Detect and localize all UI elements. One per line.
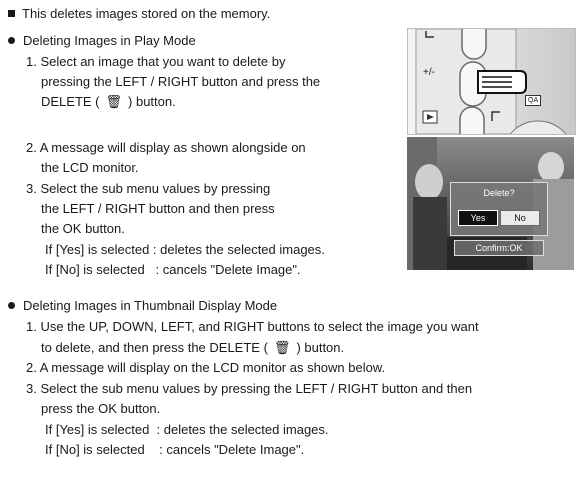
trash-icon: 🗑 <box>105 94 123 109</box>
thumb-yes-note: If [Yes] is selected : deletes the selec… <box>45 422 329 437</box>
bullet-icon <box>8 302 15 309</box>
play-mode-heading: Deleting Images in Play Mode <box>8 31 196 51</box>
qa-label: QA <box>525 95 542 106</box>
lower-button <box>459 106 485 134</box>
confirm-hint: Confirm:OK <box>454 240 544 256</box>
dialog-yes-button[interactable]: Yes <box>458 210 498 226</box>
thumb-step3-line1: 3. Select the sub menu values by pressin… <box>26 381 473 396</box>
play-step1-line3: DELETE ( 🗑 ) button. <box>41 92 176 112</box>
thumb-step1-line2: to delete, and then press the DELETE ( 🗑)… <box>41 338 344 358</box>
dialog-no-button[interactable]: No <box>500 210 540 226</box>
camera-button-illustration: +/- QA <box>407 28 576 135</box>
plus-minus-label: +/- <box>423 67 435 78</box>
hand-pointer-icon <box>477 70 527 94</box>
play-step1-delete-pre: DELETE ( <box>41 94 100 109</box>
play-step3-line3: the OK button. <box>41 221 125 236</box>
dialog-title: Delete? <box>483 188 515 198</box>
thumb-mode-heading: Deleting Images in Thumbnail Display Mod… <box>8 296 277 316</box>
play-step1-delete-post: ) button. <box>128 94 176 109</box>
thumb-no-note: If [No] is selected : cancels "Delete Im… <box>45 442 305 457</box>
thumb-mode-heading-text: Deleting Images in Thumbnail Display Mod… <box>23 298 278 313</box>
thumb-step1-delete-pre: to delete, and then press the DELETE ( <box>41 340 268 355</box>
intro-line: This deletes images stored on the memory… <box>8 4 270 24</box>
play-step1-line2: pressing the LEFT / RIGHT button and pre… <box>41 74 321 89</box>
play-no-note: If [No] is selected : cancels "Delete Im… <box>45 262 301 277</box>
intro-text: This deletes images stored on the memory… <box>22 6 271 21</box>
play-step2-line2: the LCD monitor. <box>41 160 139 175</box>
play-yes-note: If [Yes] is selected : deletes the selec… <box>45 242 325 257</box>
trash-icon: 🗑 <box>273 340 291 355</box>
play-step2-line1: 2. A message will display as shown along… <box>26 140 306 155</box>
upper-button <box>461 29 487 60</box>
thumb-step1-line1: 1. Use the UP, DOWN, LEFT, and RIGHT but… <box>26 319 479 334</box>
play-step3-line2: the LEFT / RIGHT button and then press <box>41 201 275 216</box>
play-step1-line1: 1. Select an image that you want to dele… <box>26 54 286 69</box>
thumb-step1-delete-post: ) button. <box>296 340 345 355</box>
thumb-step2: 2. A message will display on the LCD mon… <box>26 360 386 375</box>
play-step3-line1: 3. Select the sub menu values by pressin… <box>26 181 271 196</box>
delete-dialog: Delete? Yes No <box>450 182 548 236</box>
camera-button-drawing <box>408 29 575 134</box>
square-bullet-icon <box>8 10 15 17</box>
lcd-monitor-illustration: Delete? Yes No Confirm:OK <box>407 137 574 270</box>
thumb-step3-line2: press the OK button. <box>41 401 161 416</box>
play-mode-heading-text: Deleting Images in Play Mode <box>23 33 196 48</box>
bullet-icon <box>8 37 15 44</box>
